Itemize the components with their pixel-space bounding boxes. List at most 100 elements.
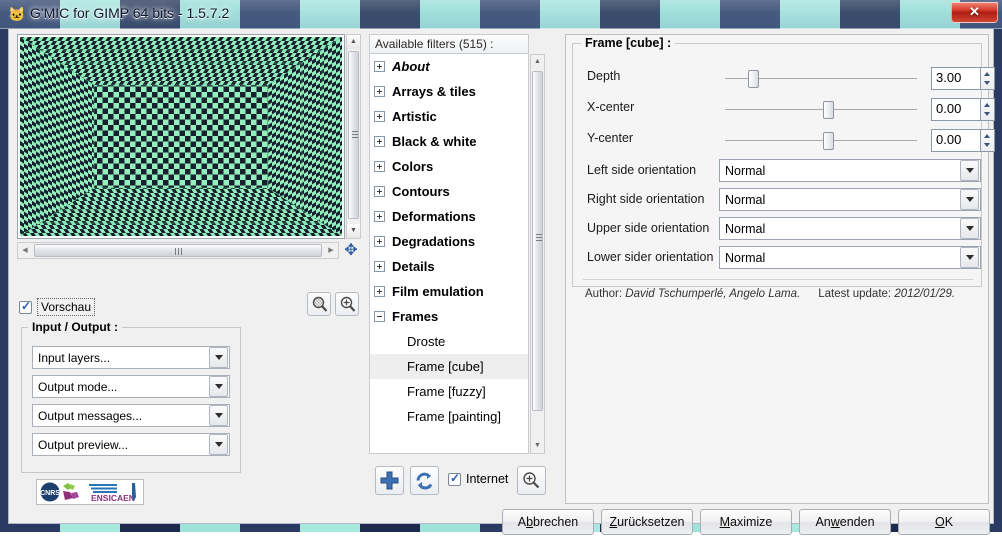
scroll-thumb[interactable]: [34, 244, 322, 257]
y-center-stepper[interactable]: [981, 129, 995, 152]
tree-item-colors[interactable]: Colors: [370, 154, 528, 179]
move-crosshair-icon[interactable]: ✥: [342, 242, 360, 260]
x-center-slider[interactable]: [725, 109, 917, 110]
scroll-grip-icon: [352, 131, 358, 138]
internet-checkbox-label: Internet: [466, 472, 508, 486]
x-center-value-field[interactable]: 0.00: [931, 98, 981, 121]
tree-item-frame-cube[interactable]: Frame [cube]: [370, 354, 528, 379]
chevron-down-icon[interactable]: [209, 405, 228, 426]
param-row-y-center: Y-center 0.00: [573, 126, 983, 155]
output-mode-combo[interactable]: Output mode...: [32, 375, 230, 398]
filter-search-button[interactable]: [517, 466, 546, 495]
expand-plus-icon[interactable]: [374, 111, 385, 122]
label-part: enden: [840, 515, 875, 529]
tree-item-arrays-tiles[interactable]: Arrays & tiles: [370, 79, 528, 104]
zoom-out-icon: [312, 296, 328, 313]
expand-plus-icon[interactable]: [374, 261, 385, 272]
title-bar[interactable]: 🐱 G'MIC for GIMP 64 bits - 1.5.7.2 ✕: [0, 0, 1002, 29]
upper-side-orientation-combo[interactable]: Normal: [719, 217, 981, 240]
y-center-slider[interactable]: [725, 140, 917, 141]
output-messages-combo[interactable]: Output messages...: [32, 404, 230, 427]
preview-vertical-scrollbar[interactable]: ▲ ▼: [346, 34, 361, 239]
chevron-down-icon[interactable]: [960, 189, 979, 210]
tree-item-frame-fuzzy[interactable]: Frame [fuzzy]: [370, 379, 528, 404]
scroll-down-icon[interactable]: ▼: [531, 439, 544, 453]
output-preview-combo[interactable]: Output preview...: [32, 433, 230, 456]
y-center-slider-thumb[interactable]: [823, 132, 834, 150]
chevron-down-icon[interactable]: [960, 160, 979, 181]
add-filter-button[interactable]: [375, 466, 404, 495]
scroll-right-icon[interactable]: ▶: [324, 243, 338, 258]
expand-plus-icon[interactable]: [374, 161, 385, 172]
tree-item-label: Frames: [392, 309, 438, 324]
preview-image[interactable]: [20, 37, 342, 236]
depth-stepper[interactable]: [981, 67, 995, 90]
tree-item-artistic[interactable]: Artistic: [370, 104, 528, 129]
apply-button[interactable]: Anwenden: [799, 509, 891, 535]
param-row-depth: Depth 3.00: [573, 64, 983, 93]
y-center-value-field[interactable]: 0.00: [931, 129, 981, 152]
filter-parameters-legend: Frame [cube] :: [581, 36, 675, 50]
available-filters-header: Available filters (515) :: [369, 34, 529, 54]
close-button[interactable]: ✕: [951, 2, 998, 23]
tree-item-deformations[interactable]: Deformations: [370, 204, 528, 229]
tree-item-about[interactable]: About: [370, 54, 528, 79]
preview-checkbox[interactable]: Vorschau: [19, 298, 95, 316]
update-prefix: Latest update:: [818, 288, 894, 300]
tree-item-details[interactable]: Details: [370, 254, 528, 279]
tree-item-black-white[interactable]: Black & white: [370, 129, 528, 154]
refresh-filters-button[interactable]: [410, 466, 439, 495]
tree-item-film-emulation[interactable]: Film emulation: [370, 279, 528, 304]
maximize-button[interactable]: Maximize: [700, 509, 792, 535]
scroll-left-icon[interactable]: ◀: [18, 243, 32, 258]
expand-plus-icon[interactable]: [374, 61, 385, 72]
combo-value: Normal: [720, 164, 960, 178]
scroll-up-icon[interactable]: ▲: [531, 55, 544, 69]
zoom-out-button[interactable]: [307, 292, 331, 316]
expand-plus-icon[interactable]: [374, 86, 385, 97]
preview-horizontal-scrollbar[interactable]: ◀ ▶: [17, 242, 339, 259]
input-layers-combo[interactable]: Input layers...: [32, 346, 230, 369]
tree-item-droste[interactable]: Droste: [370, 329, 528, 354]
tree-item-contours[interactable]: Contours: [370, 179, 528, 204]
left-side-orientation-combo[interactable]: Normal: [719, 159, 981, 182]
right-side-orientation-combo[interactable]: Normal: [719, 188, 981, 211]
author-info: Author: David Tschumperlé, Angelo Lama.L…: [585, 288, 955, 300]
x-center-slider-thumb[interactable]: [823, 101, 834, 119]
combo-value: Output mode...: [33, 380, 209, 394]
expand-plus-icon[interactable]: [374, 236, 385, 247]
cnrs-ensicaen-logo: CNRS ENSICAEN: [36, 479, 144, 505]
expand-plus-icon[interactable]: [374, 211, 385, 222]
x-center-stepper[interactable]: [981, 98, 995, 121]
checkbox-box[interactable]: [448, 473, 461, 486]
chevron-down-icon[interactable]: [209, 434, 228, 455]
filter-tree[interactable]: About Arrays & tiles Artistic Black & wh…: [369, 54, 529, 454]
internet-checkbox[interactable]: Internet: [448, 472, 508, 486]
collapse-minus-icon[interactable]: [374, 311, 385, 322]
expand-plus-icon[interactable]: [374, 186, 385, 197]
accel-key: O: [935, 515, 945, 529]
scroll-down-icon[interactable]: ▼: [347, 224, 360, 238]
zoom-in-button[interactable]: [335, 292, 359, 316]
depth-slider-thumb[interactable]: [748, 70, 759, 88]
scroll-up-icon[interactable]: ▲: [347, 35, 360, 49]
tree-item-frame-painting[interactable]: Frame [painting]: [370, 404, 528, 429]
chevron-down-icon[interactable]: [209, 347, 228, 368]
chevron-down-icon[interactable]: [209, 376, 228, 397]
ok-button[interactable]: OK: [898, 509, 990, 535]
chevron-down-icon[interactable]: [960, 247, 979, 268]
scroll-thumb[interactable]: [348, 51, 359, 219]
reset-button[interactable]: Zurücksetzen: [601, 509, 693, 535]
chevron-down-icon[interactable]: [960, 218, 979, 239]
scroll-thumb[interactable]: [532, 71, 543, 411]
filter-tree-scrollbar[interactable]: ▲ ▼: [530, 54, 545, 454]
cancel-button[interactable]: Abbrechen: [502, 509, 594, 535]
checkbox-box[interactable]: [19, 301, 32, 314]
lower-side-orientation-combo[interactable]: Normal: [719, 246, 981, 269]
expand-plus-icon[interactable]: [374, 136, 385, 147]
tree-item-frames[interactable]: Frames: [370, 304, 528, 329]
tree-item-degradations[interactable]: Degradations: [370, 229, 528, 254]
combo-value: Output preview...: [33, 438, 209, 452]
depth-value-field[interactable]: 3.00: [931, 67, 981, 90]
expand-plus-icon[interactable]: [374, 286, 385, 297]
